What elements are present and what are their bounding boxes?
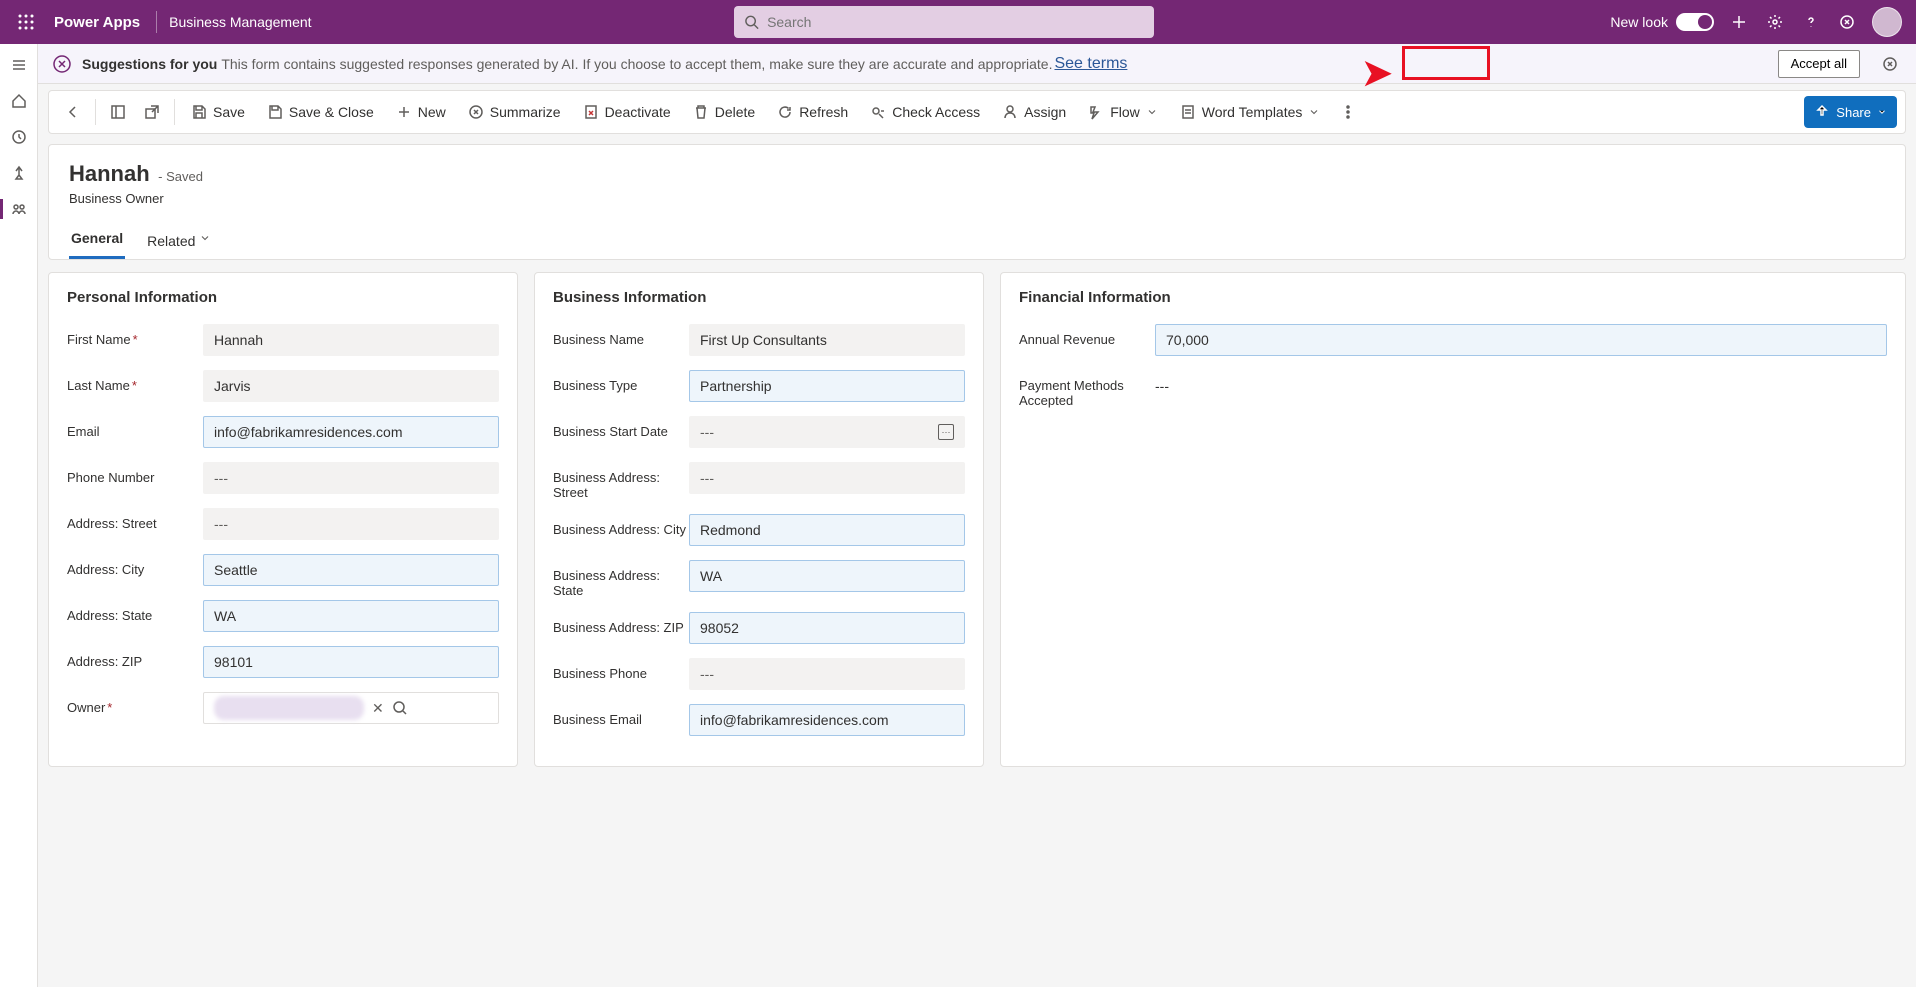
email-field[interactable]: info@fabrikamresidences.com bbox=[203, 416, 499, 448]
save-button[interactable]: Save bbox=[181, 94, 255, 130]
search-input[interactable] bbox=[767, 14, 1144, 30]
search-icon bbox=[744, 14, 759, 30]
help-icon[interactable] bbox=[1800, 11, 1822, 33]
word-templates-button[interactable]: Word Templates bbox=[1170, 94, 1331, 130]
business-name-field[interactable]: First Up Consultants bbox=[689, 324, 965, 356]
global-header: Power Apps Business Management New look bbox=[0, 0, 1916, 44]
business-type-field[interactable]: Partnership bbox=[689, 370, 965, 402]
suggestion-text: This form contains suggested responses g… bbox=[221, 56, 1052, 72]
record-save-status: - Saved bbox=[158, 169, 203, 184]
entity-icon[interactable] bbox=[6, 196, 32, 222]
left-navigation-rail bbox=[0, 44, 38, 987]
owner-search-icon[interactable] bbox=[392, 700, 408, 716]
user-avatar[interactable] bbox=[1872, 7, 1902, 37]
share-button[interactable]: Share bbox=[1804, 96, 1897, 128]
zip-field[interactable]: 98101 bbox=[203, 646, 499, 678]
owner-remove-icon[interactable]: ✕ bbox=[372, 700, 384, 717]
new-button[interactable]: New bbox=[386, 94, 456, 130]
section-title-business: Business Information bbox=[553, 289, 965, 306]
new-look-toggle[interactable] bbox=[1676, 13, 1714, 31]
open-pane-button[interactable] bbox=[102, 94, 134, 130]
add-icon[interactable] bbox=[1728, 11, 1750, 33]
form-tabs: General Related bbox=[69, 224, 1885, 259]
city-field[interactable]: Seattle bbox=[203, 554, 499, 586]
copilot-panel-icon[interactable] bbox=[1878, 52, 1902, 76]
app-launcher-icon[interactable] bbox=[8, 4, 44, 40]
tab-general[interactable]: General bbox=[69, 224, 125, 259]
delete-button[interactable]: Delete bbox=[683, 94, 765, 130]
suggestion-label: Suggestions for you bbox=[82, 56, 217, 72]
business-street-field[interactable]: --- bbox=[689, 462, 965, 494]
payment-methods-field[interactable]: --- bbox=[1155, 370, 1169, 394]
check-access-button[interactable]: Check Access bbox=[860, 94, 990, 130]
annual-revenue-field[interactable]: 70,000 bbox=[1155, 324, 1887, 356]
first-name-field[interactable]: Hannah bbox=[203, 324, 499, 356]
popout-button[interactable] bbox=[136, 94, 168, 130]
back-button[interactable] bbox=[57, 94, 89, 130]
section-title-financial: Financial Information bbox=[1019, 289, 1887, 306]
record-subtitle: Business Owner bbox=[69, 191, 1885, 206]
tab-related[interactable]: Related bbox=[145, 224, 213, 259]
pinned-icon[interactable] bbox=[6, 160, 32, 186]
global-search[interactable] bbox=[734, 6, 1154, 38]
owner-pill bbox=[214, 696, 364, 720]
flow-button[interactable]: Flow bbox=[1078, 94, 1168, 130]
hamburger-icon[interactable] bbox=[6, 52, 32, 78]
business-info-section: Business Information Business NameFirst … bbox=[534, 272, 984, 767]
record-title: Hannah bbox=[69, 161, 150, 186]
summarize-button[interactable]: Summarize bbox=[458, 94, 571, 130]
phone-field[interactable]: --- bbox=[203, 462, 499, 494]
personal-info-section: Personal Information First Name*Hannah L… bbox=[48, 272, 518, 767]
ai-suggestion-bar: Suggestions for you This form contains s… bbox=[38, 44, 1916, 84]
business-start-date-field[interactable]: ---⋯ bbox=[689, 416, 965, 448]
recent-icon[interactable] bbox=[6, 124, 32, 150]
record-header: Hannah - Saved Business Owner General Re… bbox=[48, 144, 1906, 260]
copilot-icon[interactable] bbox=[1836, 11, 1858, 33]
business-state-field[interactable]: WA bbox=[689, 560, 965, 592]
home-icon[interactable] bbox=[6, 88, 32, 114]
financial-info-section: Financial Information Annual Revenue70,0… bbox=[1000, 272, 1906, 767]
copilot-badge-icon bbox=[52, 54, 72, 74]
last-name-field[interactable]: Jarvis bbox=[203, 370, 499, 402]
business-city-field[interactable]: Redmond bbox=[689, 514, 965, 546]
app-title: Power Apps bbox=[44, 14, 150, 31]
business-zip-field[interactable]: 98052 bbox=[689, 612, 965, 644]
business-phone-field[interactable]: --- bbox=[689, 658, 965, 690]
refresh-button[interactable]: Refresh bbox=[767, 94, 858, 130]
new-look-toggle-label: New look bbox=[1610, 13, 1714, 31]
command-bar: Save Save & Close New Summarize Deactiva… bbox=[48, 90, 1906, 134]
business-email-field[interactable]: info@fabrikamresidences.com bbox=[689, 704, 965, 736]
see-terms-link[interactable]: See terms bbox=[1054, 55, 1127, 73]
more-commands-button[interactable] bbox=[1332, 94, 1364, 130]
calendar-icon[interactable]: ⋯ bbox=[938, 424, 954, 440]
assign-button[interactable]: Assign bbox=[992, 94, 1076, 130]
accept-all-button[interactable]: Accept all bbox=[1778, 50, 1860, 78]
street-field[interactable]: --- bbox=[203, 508, 499, 540]
divider bbox=[156, 11, 157, 33]
environment-name[interactable]: Business Management bbox=[163, 14, 317, 30]
state-field[interactable]: WA bbox=[203, 600, 499, 632]
section-title-personal: Personal Information bbox=[67, 289, 499, 306]
owner-lookup[interactable]: ✕ bbox=[203, 692, 499, 724]
deactivate-button[interactable]: Deactivate bbox=[573, 94, 681, 130]
save-close-button[interactable]: Save & Close bbox=[257, 94, 384, 130]
settings-icon[interactable] bbox=[1764, 11, 1786, 33]
